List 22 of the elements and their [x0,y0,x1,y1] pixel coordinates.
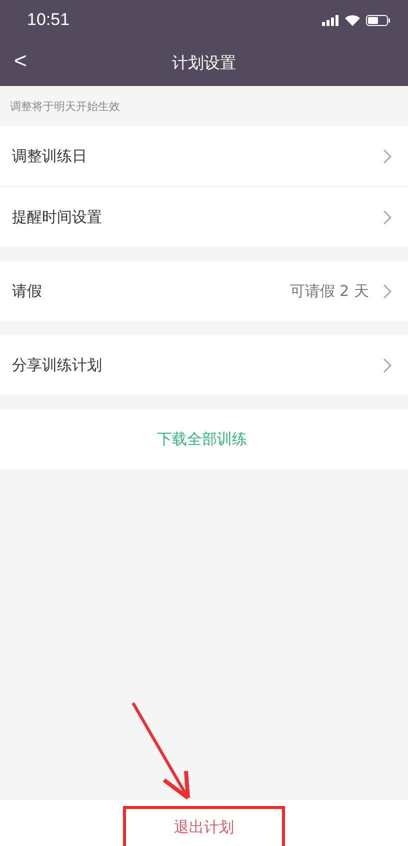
settings-row[interactable]: 请假 可请假 2 天 [0,261,408,321]
notice-text: 调整将于明天开始生效 [9,98,121,114]
exit-plan-button[interactable]: 退出计划 [123,806,285,846]
row-label: 分享训练计划 [12,356,102,374]
page-title: 计划设置 [172,52,236,74]
chevron-icon [383,284,392,298]
settings-row[interactable]: 提醒时间设置 [0,186,408,247]
row-label: 调整训练日 [12,146,87,166]
wifi-icon [345,14,360,26]
battery-icon [366,14,390,26]
row-label: 请假 [12,282,42,300]
row-value: 可请假 2 天 [290,282,369,300]
chevron-icon [383,210,392,224]
action-label: 下载全部训练 [157,430,247,448]
row-label: 提醒时间设置 [12,208,102,226]
signal-icon [322,14,339,26]
status-time: 10:51 [27,10,70,30]
settings-row[interactable]: 分享训练计划 [0,335,408,395]
chevron-icon [383,148,392,164]
chevron-icon [383,358,392,372]
settings-row[interactable]: 调整训练日 [0,126,408,186]
back-button[interactable]: < [8,48,33,74]
